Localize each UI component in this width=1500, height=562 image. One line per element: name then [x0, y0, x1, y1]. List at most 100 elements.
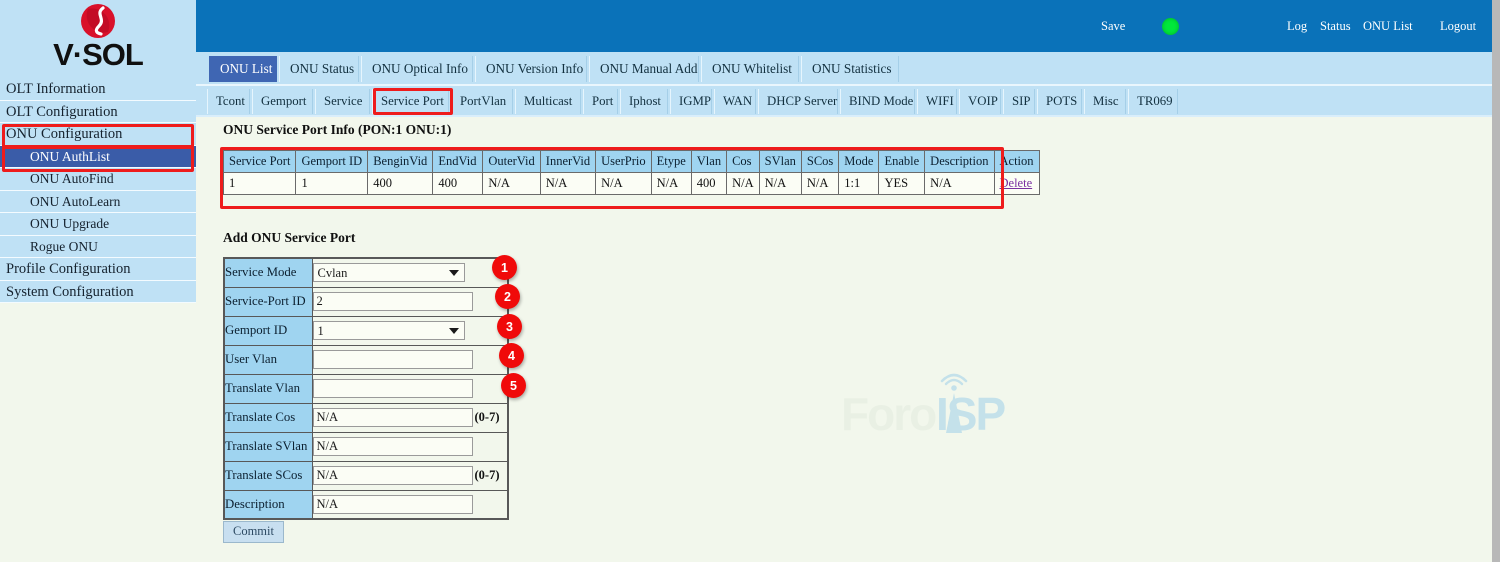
save-button[interactable]: Save: [1101, 19, 1125, 34]
col-beginvid: BenginVid: [367, 150, 434, 173]
cell-userprio: N/A: [595, 172, 652, 195]
callout-badge-1: 1: [492, 255, 517, 280]
tab-sip[interactable]: SIP: [1003, 89, 1035, 114]
cell-enable: YES: [878, 172, 926, 195]
tab-iphost[interactable]: Iphost: [620, 89, 668, 114]
header-link-status[interactable]: Status: [1320, 19, 1351, 34]
header-link-onu-list[interactable]: ONU List: [1363, 19, 1413, 34]
translate-scos-input[interactable]: [312, 466, 473, 485]
cell-vlan: 400: [690, 172, 728, 195]
label-translate-cos: Translate Cos: [223, 402, 313, 433]
sidebar-item-profile-configuration[interactable]: Profile Configuration: [0, 258, 196, 281]
service-port-id-input[interactable]: [312, 292, 473, 311]
sidebar-item-olt-information[interactable]: OLT Information: [0, 78, 196, 101]
page-root: V·SOL OLT Information OLT Configuration …: [0, 0, 1500, 562]
tab-multicast[interactable]: Multicast: [515, 89, 581, 114]
callout-badge-2: 2: [495, 284, 520, 309]
cell-outervid: N/A: [482, 172, 541, 195]
cell-svlan: N/A: [758, 172, 802, 195]
col-svlan: SVlan: [758, 150, 802, 173]
label-translate-vlan: Translate Vlan: [223, 373, 313, 404]
tab-wan[interactable]: WAN: [714, 89, 756, 114]
tab-dhcp-server[interactable]: DHCP Server: [758, 89, 838, 114]
table-header-row: Service Port Gemport ID BenginVid EndVid…: [222, 150, 1040, 173]
top-header-bar: Save Log Status ONU List Logout: [196, 0, 1492, 52]
tab-tcont[interactable]: Tcont: [207, 89, 250, 114]
secondary-tab-bar: Tcont Gemport Service Service Port PortV…: [196, 86, 1492, 117]
right-scroll-gutter[interactable]: [1492, 0, 1500, 562]
col-etype: Etype: [650, 150, 692, 173]
tab-pots[interactable]: POTS: [1037, 89, 1082, 114]
form-row-translate-cos: Translate Cos (0-7): [223, 402, 509, 433]
tab-onu-whitelist[interactable]: ONU Whitelist: [701, 56, 799, 82]
tab-portvlan[interactable]: PortVlan: [451, 89, 513, 114]
cell-action[interactable]: Delete: [993, 172, 1040, 195]
translate-svlan-input[interactable]: [312, 437, 473, 456]
translate-cos-input[interactable]: [312, 408, 473, 427]
brand-logo-area: V·SOL: [0, 0, 196, 78]
cell-innervid: N/A: [539, 172, 597, 195]
add-section-title: Add ONU Service Port: [223, 230, 356, 245]
header-link-log[interactable]: Log: [1287, 19, 1307, 34]
watermark-text-left: Foro: [841, 388, 937, 440]
gemport-id-select[interactable]: 1: [312, 321, 465, 340]
sidebar-item-onu-autolearn[interactable]: ONU AutoLearn: [0, 190, 196, 213]
tab-bind-mode[interactable]: BIND Mode: [840, 89, 915, 114]
tab-misc[interactable]: Misc: [1084, 89, 1126, 114]
form-row-service-port-id: Service-Port ID: [223, 286, 509, 317]
col-endvid: EndVid: [432, 150, 484, 173]
form-row-translate-svlan: Translate SVlan: [223, 431, 509, 462]
col-cos: Cos: [726, 150, 760, 173]
status-indicator-dot: [1162, 18, 1179, 35]
tab-service-port[interactable]: Service Port: [372, 89, 449, 114]
service-mode-value: Cvlan: [317, 266, 348, 281]
tab-gemport[interactable]: Gemport: [252, 89, 313, 114]
cell-endvid: 400: [432, 172, 484, 195]
table-row: 1 1 400 400 N/A N/A N/A N/A 400 N/A N/A …: [222, 172, 1040, 195]
header-link-logout[interactable]: Logout: [1440, 19, 1476, 34]
col-userprio: UserPrio: [595, 150, 652, 173]
service-mode-select[interactable]: Cvlan: [312, 263, 465, 283]
tab-tr069[interactable]: TR069: [1128, 89, 1178, 114]
cell-beginvid: 400: [367, 172, 434, 195]
label-user-vlan: User Vlan: [223, 344, 313, 375]
label-translate-svlan: Translate SVlan: [223, 431, 313, 462]
sidebar-item-rogue-onu[interactable]: Rogue ONU: [0, 235, 196, 258]
commit-button[interactable]: Commit: [223, 521, 284, 543]
primary-tab-bar: ONU List ONU Status ONU Optical Info ONU…: [196, 52, 1492, 86]
translate-vlan-input[interactable]: [312, 379, 473, 398]
form-row-description: Description: [223, 489, 509, 520]
info-section-title: ONU Service Port Info (PON:1 ONU:1): [223, 122, 452, 137]
tab-onu-manual-add[interactable]: ONU Manual Add: [589, 56, 699, 82]
cell-cos: N/A: [726, 172, 760, 195]
vsol-sphere-logo-icon: [75, 2, 121, 42]
tab-onu-statistics[interactable]: ONU Statistics: [801, 56, 899, 82]
tab-voip[interactable]: VOIP: [959, 89, 1001, 114]
sidebar-item-system-configuration[interactable]: System Configuration: [0, 280, 196, 303]
col-description: Description: [924, 150, 995, 173]
cell-scos: N/A: [800, 172, 840, 195]
label-service-mode: Service Mode: [223, 257, 313, 288]
sidebar-item-olt-configuration[interactable]: OLT Configuration: [0, 100, 196, 123]
cell-etype: N/A: [650, 172, 692, 195]
user-vlan-input[interactable]: [312, 350, 473, 369]
cell-description: N/A: [924, 172, 995, 195]
delete-link[interactable]: Delete: [1000, 176, 1033, 190]
tab-wifi[interactable]: WIFI: [917, 89, 957, 114]
tab-onu-optical-info[interactable]: ONU Optical Info: [361, 56, 473, 82]
tab-igmp[interactable]: IGMP: [670, 89, 712, 114]
sidebar-item-onu-autofind[interactable]: ONU AutoFind: [0, 168, 196, 191]
add-service-port-form: Service Mode Cvlan Service-Port ID Gempo…: [223, 257, 509, 520]
description-input[interactable]: [312, 494, 473, 514]
tab-onu-status[interactable]: ONU Status: [279, 56, 359, 82]
tab-port[interactable]: Port: [583, 89, 618, 114]
sidebar-item-onu-upgrade[interactable]: ONU Upgrade: [0, 213, 196, 236]
col-service-port: Service Port: [222, 150, 297, 173]
tab-onu-version-info[interactable]: ONU Version Info: [475, 56, 587, 82]
sidebar-item-onu-configuration[interactable]: ONU Configuration: [0, 123, 196, 146]
form-row-user-vlan: User Vlan: [223, 344, 509, 375]
sidebar-item-onu-authlist[interactable]: ONU AuthList: [0, 145, 196, 168]
tab-service[interactable]: Service: [315, 89, 370, 114]
form-row-gemport-id: Gemport ID 1: [223, 315, 509, 346]
tab-onu-list[interactable]: ONU List: [209, 56, 277, 82]
